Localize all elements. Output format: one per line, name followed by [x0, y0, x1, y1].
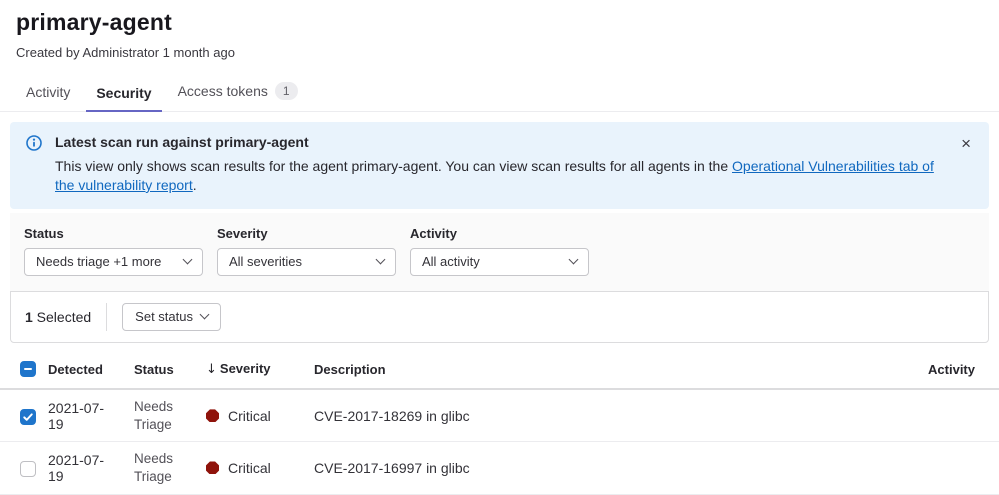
banner-close-icon[interactable]: ×: [957, 131, 975, 156]
page-header: primary-agent Created by Administrator 1…: [0, 0, 999, 60]
activity-cell: [889, 389, 999, 442]
column-header-severity-label: Severity: [220, 361, 271, 376]
severity-cell: Critical: [206, 408, 298, 424]
detected-cell: 2021-07-19: [40, 389, 126, 442]
severity-cell: Critical: [206, 460, 298, 476]
column-header-activity[interactable]: Activity: [889, 352, 999, 390]
filter-activity: Activity All activity: [410, 226, 589, 276]
activity-cell: [889, 442, 999, 494]
chevron-down-icon: [200, 310, 210, 320]
status-filter-value: Needs triage +1 more: [36, 254, 161, 269]
status-filter-dropdown[interactable]: Needs triage +1 more: [24, 248, 203, 276]
vulnerabilities-table: Detected Status ↓Severity Description Ac…: [0, 352, 999, 495]
filter-status: Status Needs triage +1 more: [24, 226, 203, 276]
banner-title: Latest scan run against primary-agent: [55, 134, 949, 150]
select-all-checkbox[interactable]: [20, 361, 36, 377]
tab-security[interactable]: Security: [86, 76, 161, 112]
table-header-row: Detected Status ↓Severity Description Ac…: [0, 352, 999, 390]
row-checkbox[interactable]: [20, 461, 36, 477]
column-header-severity[interactable]: ↓Severity: [198, 352, 306, 390]
description-cell[interactable]: CVE-2017-18269 in glibc: [306, 389, 889, 442]
selected-count: 1 Selected: [25, 309, 91, 325]
table-row: 2021-07-19 Needs Triage Critical CVE-201…: [0, 442, 999, 494]
severity-filter-label: Severity: [217, 226, 396, 241]
selected-count-number: 1: [25, 309, 33, 325]
created-by-meta: Created by Administrator 1 month ago: [16, 45, 983, 60]
chevron-down-icon: [569, 255, 579, 265]
tab-bar: Activity Security Access tokens 1: [0, 73, 999, 112]
severity-label: Critical: [228, 460, 271, 476]
status-cell: Needs Triage: [126, 389, 198, 442]
column-header-detected[interactable]: Detected: [40, 352, 126, 390]
severity-filter-value: All severities: [229, 254, 302, 269]
chevron-down-icon: [376, 255, 386, 265]
tab-access-tokens[interactable]: Access tokens 1: [168, 73, 308, 111]
set-status-label: Set status: [135, 309, 193, 324]
selection-bar: 1 Selected Set status: [10, 291, 989, 343]
page-title: primary-agent: [16, 9, 983, 36]
banner-content: Latest scan run against primary-agent Th…: [55, 134, 949, 195]
banner-body-suffix: .: [193, 177, 197, 193]
activity-filter-label: Activity: [410, 226, 589, 241]
tab-security-label: Security: [96, 85, 151, 101]
access-tokens-count-badge: 1: [275, 82, 298, 100]
detected-cell: 2021-07-19: [40, 442, 126, 494]
selected-count-label: Selected: [33, 309, 91, 325]
banner-body: This view only shows scan results for th…: [55, 157, 949, 195]
tab-activity[interactable]: Activity: [16, 75, 80, 111]
filter-bar: Status Needs triage +1 more Severity All…: [10, 213, 989, 291]
severity-label: Critical: [228, 408, 271, 424]
activity-filter-dropdown[interactable]: All activity: [410, 248, 589, 276]
status-filter-label: Status: [24, 226, 203, 241]
check-icon: [22, 411, 34, 423]
description-cell[interactable]: CVE-2017-16997 in glibc: [306, 442, 889, 494]
sort-descending-icon: ↓: [206, 362, 217, 377]
chevron-down-icon: [183, 255, 193, 265]
divider: [106, 303, 107, 331]
row-checkbox[interactable]: [20, 409, 36, 425]
tab-activity-label: Activity: [26, 84, 70, 100]
filter-severity: Severity All severities: [217, 226, 396, 276]
table-row: 2021-07-19 Needs Triage Critical CVE-201…: [0, 389, 999, 442]
severity-critical-icon: [206, 409, 219, 422]
severity-critical-icon: [206, 461, 219, 474]
severity-filter-dropdown[interactable]: All severities: [217, 248, 396, 276]
set-status-button[interactable]: Set status: [122, 303, 221, 331]
column-header-status[interactable]: Status: [126, 352, 198, 390]
scan-info-banner: Latest scan run against primary-agent Th…: [10, 122, 989, 209]
banner-body-text: This view only shows scan results for th…: [55, 158, 732, 174]
activity-filter-value: All activity: [422, 254, 480, 269]
indeterminate-dash-icon: [24, 368, 32, 370]
info-icon: [26, 135, 42, 154]
status-cell: Needs Triage: [126, 442, 198, 494]
column-header-description[interactable]: Description: [306, 352, 889, 390]
tab-access-tokens-label: Access tokens: [178, 83, 268, 99]
